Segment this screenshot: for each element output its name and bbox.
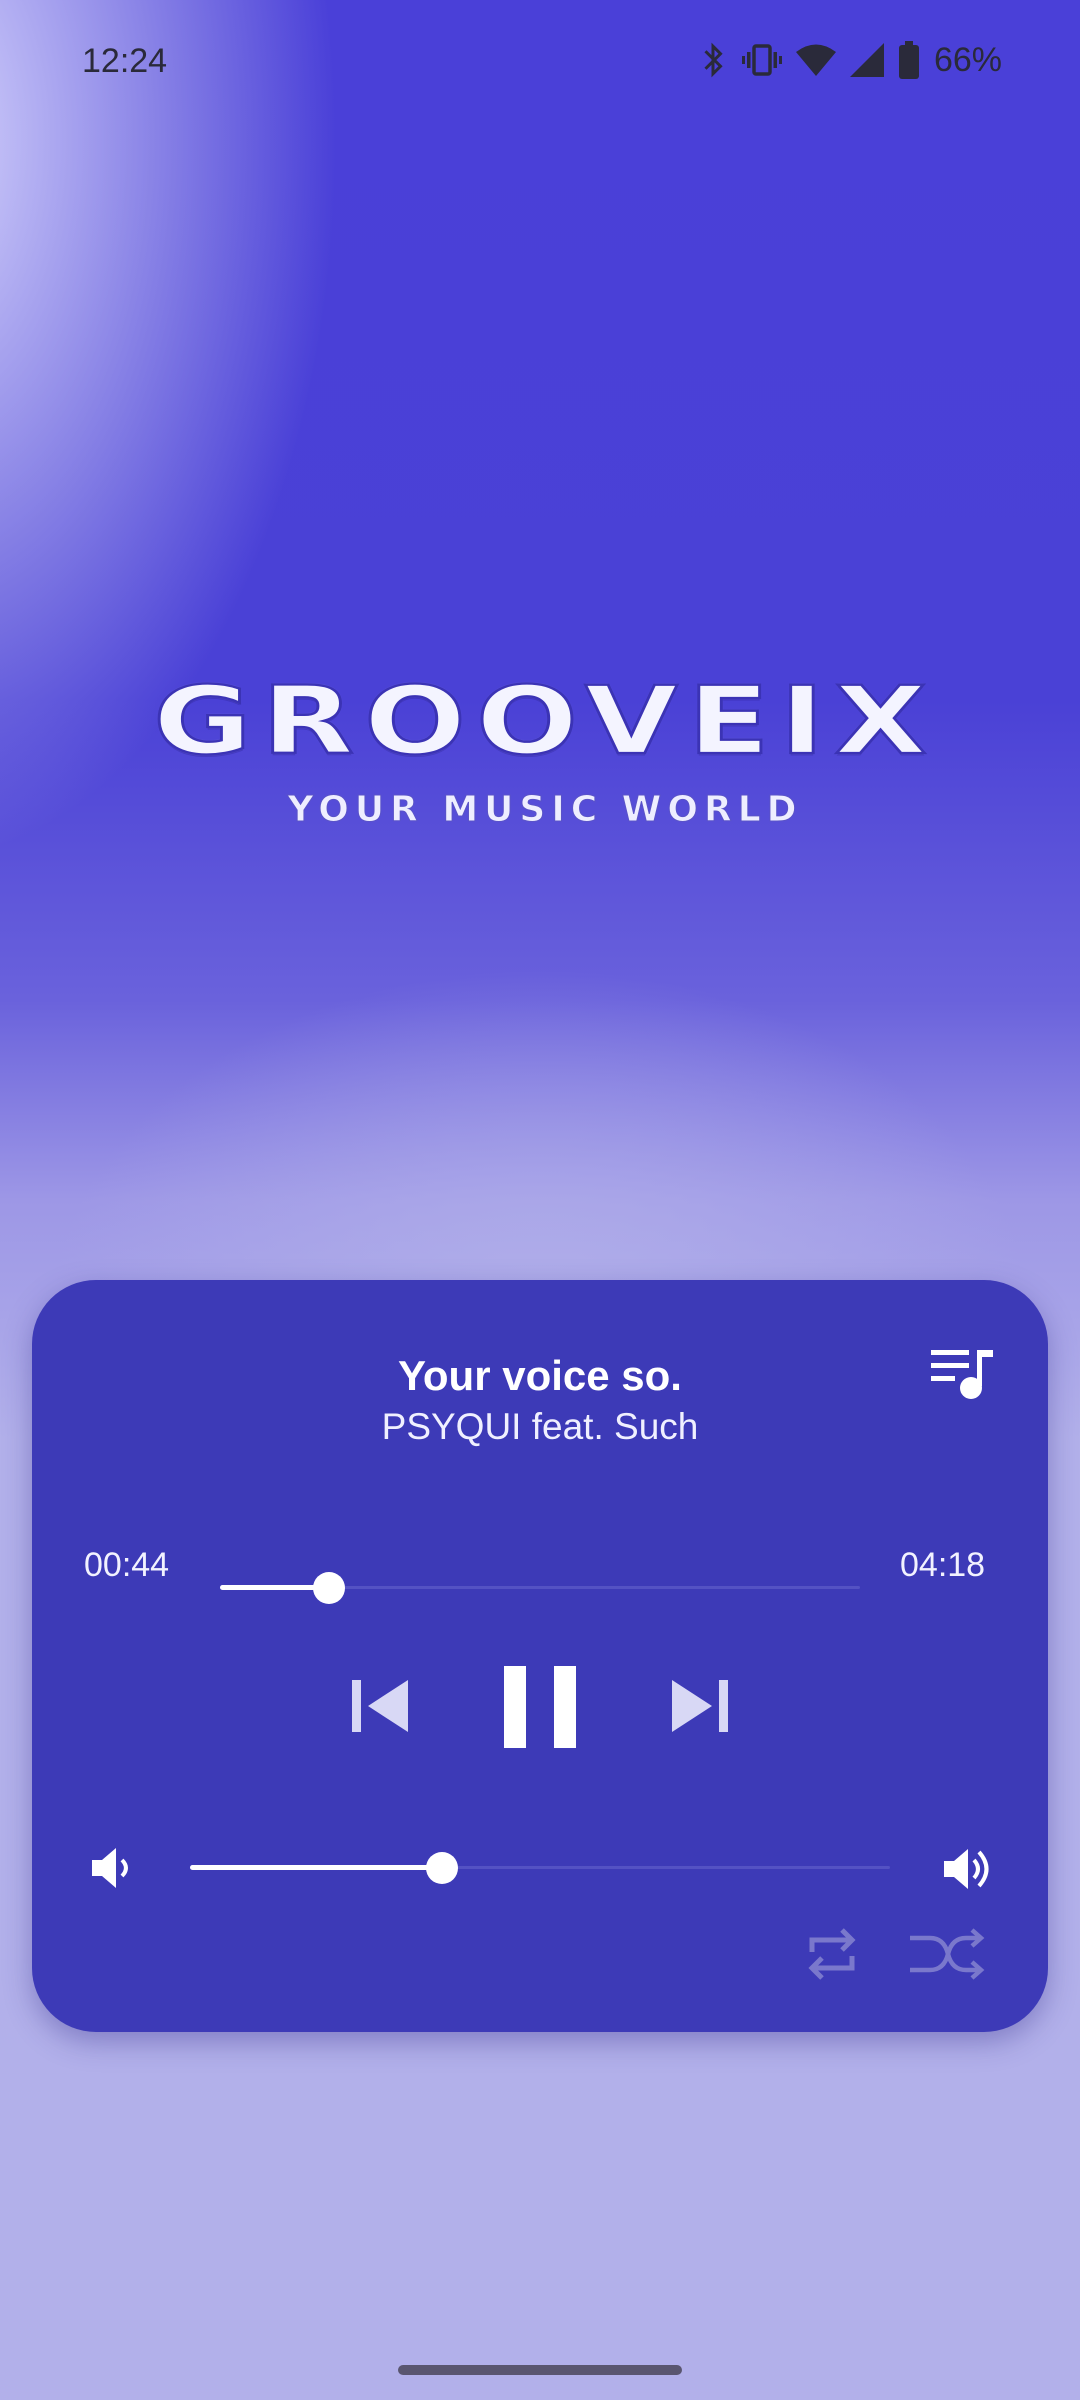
volume-up-button[interactable] bbox=[942, 1844, 996, 1894]
logo-tagline: YOUR MUSIC WORLD bbox=[287, 789, 803, 831]
pause-button[interactable] bbox=[500, 1662, 580, 1752]
wifi-icon bbox=[795, 43, 836, 77]
volume-thumb[interactable] bbox=[426, 1852, 458, 1884]
signal-icon bbox=[849, 43, 884, 77]
next-button[interactable] bbox=[668, 1672, 732, 1740]
pause-icon bbox=[504, 1666, 576, 1748]
queue-button[interactable] bbox=[929, 1346, 999, 1406]
elapsed-time: 00:44 bbox=[84, 1546, 170, 1584]
track-title: Your voice so. bbox=[398, 1352, 682, 1399]
repeat-icon bbox=[808, 1928, 856, 1980]
seek-thumb[interactable] bbox=[312, 1572, 345, 1604]
volume-level bbox=[190, 1865, 442, 1870]
home-indicator[interactable] bbox=[398, 2365, 682, 2375]
seek-bar[interactable] bbox=[220, 1560, 860, 1616]
battery-percent: 66% bbox=[933, 40, 1002, 79]
volume-down-button[interactable] bbox=[90, 1844, 134, 1892]
player-card: Your voice so. PSYQUI feat. Such 00:44 0… bbox=[32, 1280, 1048, 2032]
battery-icon bbox=[898, 41, 920, 79]
previous-button[interactable] bbox=[348, 1672, 412, 1740]
bluetooth-icon bbox=[698, 41, 728, 79]
duration-time: 04:18 bbox=[900, 1546, 986, 1584]
status-time: 12:24 bbox=[82, 42, 168, 80]
repeat-button[interactable] bbox=[804, 1924, 860, 1984]
volume-up-icon bbox=[944, 1849, 989, 1889]
track-artist: PSYQUI feat. Such bbox=[381, 1406, 699, 1447]
skip-previous-icon bbox=[352, 1680, 408, 1732]
volume-slider[interactable] bbox=[190, 1840, 890, 1896]
logo-brand-text: GROOVEIX bbox=[152, 667, 937, 776]
skip-next-icon bbox=[672, 1680, 728, 1732]
shuffle-button[interactable] bbox=[908, 1926, 986, 1982]
shuffle-icon bbox=[910, 1928, 985, 1980]
volume-down-icon bbox=[92, 1848, 128, 1888]
queue-music-icon bbox=[931, 1350, 993, 1399]
status-bar: 12:24 66% bbox=[0, 0, 1080, 128]
vibrate-icon bbox=[741, 42, 782, 78]
app-logo: GROOVEIX YOUR MUSIC WORLD bbox=[60, 667, 1030, 831]
